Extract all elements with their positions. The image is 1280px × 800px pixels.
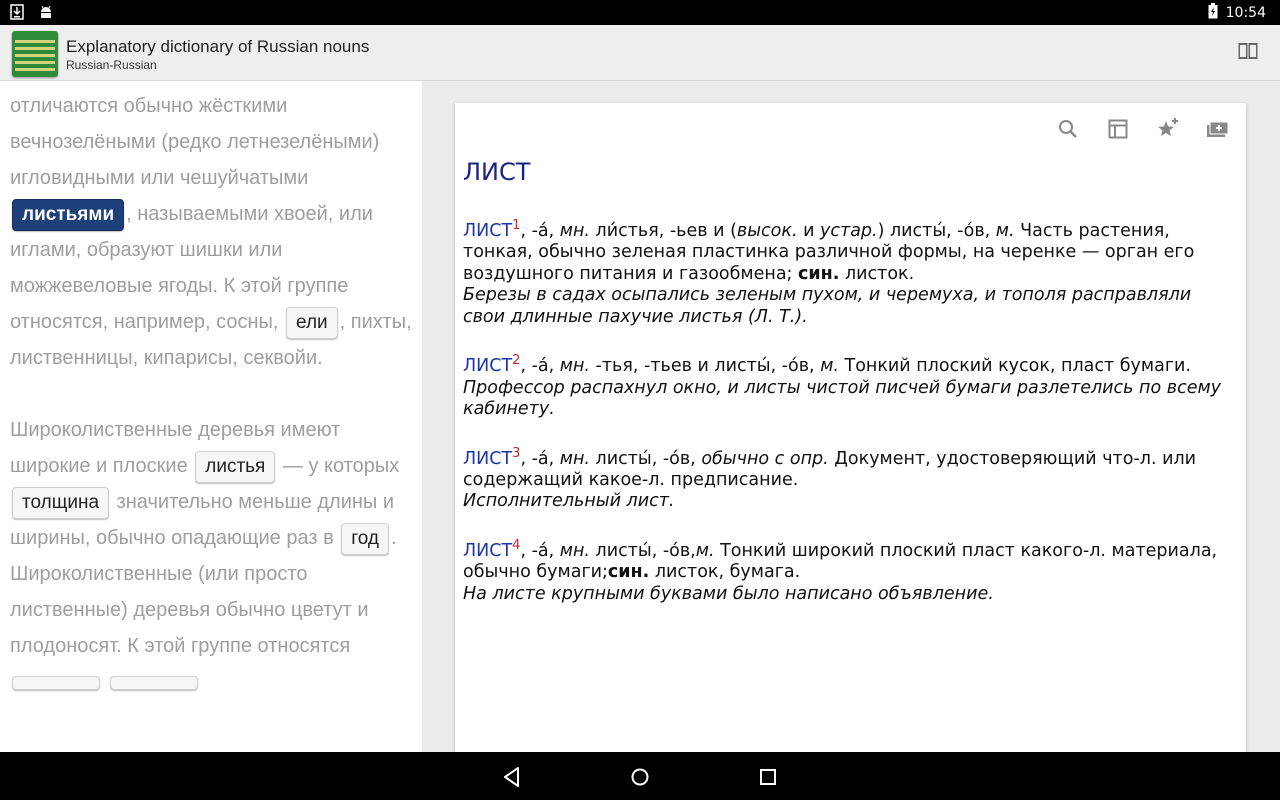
card-toolbar	[1056, 117, 1230, 141]
table-icon[interactable]	[1106, 117, 1130, 141]
entry-text: Тонкий плоский кусок, пласт бумаги.	[838, 356, 1191, 377]
word-link-cut-off[interactable]	[12, 675, 100, 690]
entry-text: ) листы́, -о́в,	[877, 220, 996, 241]
clock: 10:54	[1225, 5, 1266, 21]
word-link-listyami[interactable]: листьями	[12, 198, 125, 231]
entry-headword: ЛИСТ	[463, 220, 513, 241]
entry-headword: ЛИСТ	[463, 356, 513, 377]
status-bar: 10:54	[0, 0, 1280, 25]
synonym-label: син.	[607, 562, 650, 583]
entry-example: На листе крупными буквами было написано …	[463, 583, 994, 604]
add-favorite-icon[interactable]	[1156, 117, 1180, 141]
word-link-eli[interactable]: ели	[286, 306, 338, 339]
entry-grammar: мн.	[559, 540, 590, 561]
headword-title: ЛИСТ	[463, 158, 531, 186]
entry-text: листы́, -о́в,	[589, 448, 702, 469]
entry-grammar: мн.	[559, 220, 590, 241]
entry-text: , -á,	[520, 540, 560, 561]
battery-charging-icon	[1208, 3, 1218, 23]
entry-grammar: м.	[695, 540, 715, 561]
entry-headword: ЛИСТ	[463, 448, 513, 469]
entry-text: листы́, -о́в,	[589, 540, 696, 561]
dictionary-entry: ЛИСТ1, -á, мн. ли́стья, -ьев и (высок. и…	[463, 215, 1233, 328]
entry-grammar: обычно с опр.	[701, 448, 829, 469]
entry-example: Профессор распахнул окно, и листы чистой…	[463, 377, 1222, 420]
entry-headword: ЛИСТ	[463, 540, 513, 561]
home-icon[interactable]	[628, 765, 652, 789]
entry-text: листок, бумага.	[649, 562, 801, 583]
navigation-bar	[0, 752, 1280, 800]
entry-grammar: устар.	[820, 220, 878, 241]
add-card-icon[interactable]	[1206, 117, 1230, 141]
article-pane[interactable]: отличаются обычно жёсткими вечнозелёными…	[0, 81, 422, 752]
word-link-cut-off[interactable]	[109, 675, 198, 690]
entry-text: листок.	[839, 263, 915, 284]
entry-text: , -á,	[520, 356, 560, 377]
entry-example: Березы в садах осыпались зеленым пухом, …	[463, 285, 1192, 327]
entry-text: -тья, -тьев и листы́, -о́в,	[589, 356, 821, 377]
dictionary-card: ЛИСТ ЛИСТ1, -á, мн. ли́стья, -ьев и (выс…	[455, 103, 1246, 763]
article-text: отличаются обычно жёсткими вечнозелёными…	[10, 88, 415, 700]
recent-apps-icon[interactable]	[756, 765, 780, 789]
back-icon[interactable]	[500, 765, 524, 789]
article-text-segment: — у которых	[282, 455, 400, 477]
entry-text: , -á,	[520, 448, 560, 469]
app-logo	[12, 31, 58, 77]
entry-grammar: мн.	[559, 448, 590, 469]
entry-example: Исполнительный лист.	[463, 491, 675, 512]
app-title: Explanatory dictionary of Russian nouns	[66, 37, 370, 56]
android-icon	[38, 4, 54, 25]
dictionary-entry: ЛИСТ2, -á, мн. -тья, -тьев и листы́, -о́…	[463, 350, 1233, 420]
search-icon[interactable]	[1056, 117, 1080, 141]
article-text-segment: отличаются обычно жёсткими вечнозелёными…	[10, 95, 380, 189]
dictionary-entries: ЛИСТ1, -á, мн. ли́стья, -ьев и (высок. и…	[463, 215, 1233, 627]
entry-text: и	[797, 220, 821, 241]
dictionary-entry: ЛИСТ3, -á, мн. листы́, -о́в, обычно с оп…	[463, 443, 1233, 513]
word-link-god[interactable]: год	[341, 522, 390, 555]
synonym-label: син.	[798, 263, 840, 284]
app-bar: Explanatory dictionary of Russian nouns …	[0, 25, 1280, 81]
download-icon	[10, 4, 24, 25]
entry-grammar: мн.	[559, 356, 590, 377]
book-icon[interactable]	[1238, 42, 1258, 60]
entry-text: , -á,	[520, 220, 560, 241]
entry-grammar: м.	[995, 220, 1015, 241]
word-link-listya[interactable]: листья	[195, 450, 276, 483]
entry-text: ли́стья, -ьев и (	[589, 220, 737, 241]
word-link-tolshchina[interactable]: толщина	[12, 486, 110, 519]
dictionary-entry: ЛИСТ4, -á, мн. листы́, -о́в,м. Тонкий ши…	[463, 535, 1233, 605]
entry-grammar: высок.	[736, 220, 798, 241]
app-subtitle: Russian-Russian	[66, 58, 157, 72]
entry-grammar: м.	[820, 356, 839, 377]
